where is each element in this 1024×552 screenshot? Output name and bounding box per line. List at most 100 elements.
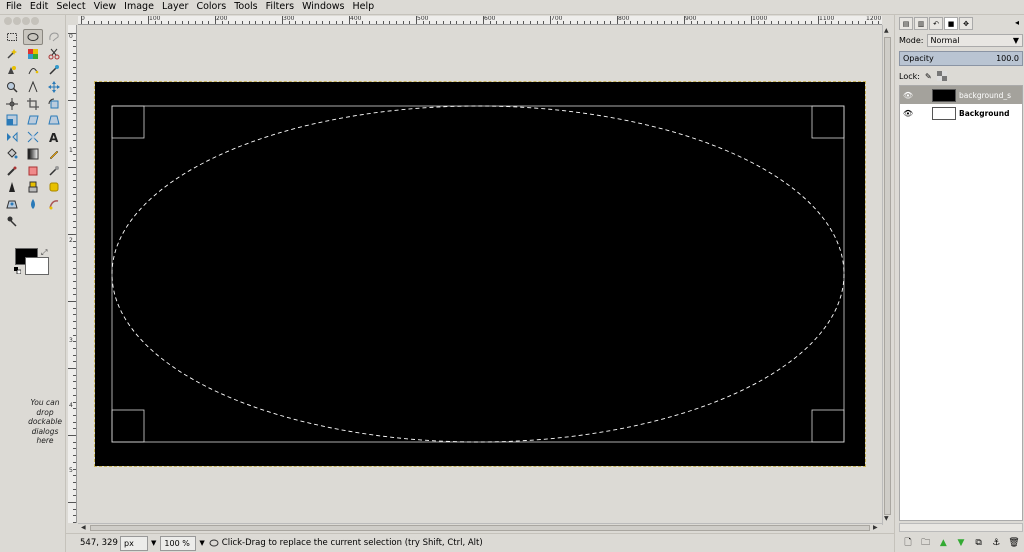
layers-tab-icon[interactable]: ■: [944, 17, 958, 30]
heal-tool-icon[interactable]: [44, 179, 64, 195]
blend-tool-icon[interactable]: [23, 146, 43, 162]
pencil-tool-icon[interactable]: [44, 146, 64, 162]
mode-select[interactable]: Normal ▼: [926, 33, 1023, 47]
color-picker-tool-icon[interactable]: [44, 62, 64, 78]
scroll-left-icon[interactable]: ◀: [81, 524, 86, 532]
scissors-tool-icon[interactable]: [44, 46, 64, 62]
shear-tool-icon[interactable]: [23, 112, 43, 128]
ellipse-select-tool-icon[interactable]: [23, 29, 43, 45]
measure-tool-icon[interactable]: [23, 79, 43, 95]
ruler-tick: [73, 86, 76, 88]
rotate-tool-icon[interactable]: [44, 96, 64, 112]
layers-horizontal-scrollbar[interactable]: [899, 523, 1023, 532]
fuzzy-select-tool-icon[interactable]: [2, 46, 22, 62]
anchor-layer-icon[interactable]: ⚓: [989, 537, 1003, 549]
paintbrush-tool-icon[interactable]: [2, 163, 22, 179]
scroll-up-icon[interactable]: ▲: [884, 27, 889, 35]
opacity-slider[interactable]: Opacity 100.0: [899, 51, 1023, 66]
undo-history-tab-icon[interactable]: ↶: [929, 17, 943, 30]
background-color-swatch[interactable]: [25, 257, 49, 275]
new-layer-icon[interactable]: 🗋: [901, 537, 915, 549]
menu-edit[interactable]: Edit: [26, 0, 52, 14]
text-tool-icon[interactable]: A: [44, 129, 64, 145]
ruler-tick: [73, 240, 76, 242]
eraser-tool-icon[interactable]: [23, 163, 43, 179]
zoom-select[interactable]: 100 %: [160, 535, 197, 551]
vertical-ruler[interactable]: 0 1 2 3 4 5: [68, 25, 77, 523]
select-by-color-tool-icon[interactable]: [23, 46, 43, 62]
ruler-tick: [73, 93, 76, 95]
align-tool-icon[interactable]: [2, 96, 22, 112]
dock-menu-icon[interactable]: ◂: [1015, 18, 1019, 27]
foreground-select-tool-icon[interactable]: [2, 62, 22, 78]
ruler-tick: [73, 153, 76, 155]
free-select-tool-icon[interactable]: [44, 29, 64, 45]
cage-transform-tool-icon[interactable]: [23, 129, 43, 145]
dock-tabs: ▤ ▥ ↶ ■ ✥: [899, 17, 973, 31]
menu-layer[interactable]: Layer: [158, 0, 193, 14]
ruler-tick: [68, 100, 76, 101]
delete-layer-icon[interactable]: 🗑: [1007, 537, 1021, 549]
zoom-tool-icon[interactable]: [2, 79, 22, 95]
menu-view[interactable]: View: [90, 0, 121, 14]
menu-tools[interactable]: Tools: [230, 0, 261, 14]
zoom-dropdown-icon[interactable]: ▼: [199, 539, 204, 547]
airbrush-tool-icon[interactable]: [44, 163, 64, 179]
swap-colors-icon[interactable]: ⤢: [41, 248, 47, 258]
menu-file[interactable]: File: [2, 0, 26, 14]
perspective-tool-icon[interactable]: [44, 112, 64, 128]
menu-colors[interactable]: Colors: [192, 0, 230, 14]
rect-select-tool-icon[interactable]: [2, 29, 22, 45]
default-colors-icon[interactable]: [14, 267, 21, 274]
unit-dropdown-icon[interactable]: ▼: [151, 539, 156, 547]
layer-row[interactable]: 👁 Background: [900, 104, 1022, 122]
smudge-tool-icon[interactable]: [44, 196, 64, 212]
canvas-area[interactable]: [78, 26, 882, 523]
unit-select[interactable]: px: [120, 535, 148, 551]
ruler-tick: [68, 33, 76, 34]
layer-name[interactable]: background_s: [959, 91, 1011, 100]
menu-filters[interactable]: Filters: [262, 0, 298, 14]
menu-select[interactable]: Select: [52, 0, 89, 14]
flip-tool-icon[interactable]: [2, 129, 22, 145]
dodge-burn-tool-icon[interactable]: [2, 213, 22, 229]
layer-row[interactable]: 👁 background_s: [900, 86, 1022, 104]
ink-tool-icon[interactable]: [2, 179, 22, 195]
lower-layer-icon[interactable]: ▼: [954, 537, 968, 549]
scale-tool-icon[interactable]: [2, 112, 22, 128]
toolbox: A ⤢ You can drop dockable dialogs here: [0, 15, 66, 552]
blur-tool-icon[interactable]: [23, 196, 43, 212]
paths-tool-icon[interactable]: [23, 62, 43, 78]
new-layer-group-icon[interactable]: 🗀: [919, 537, 933, 549]
move-tool-icon[interactable]: [44, 79, 64, 95]
scroll-down-icon[interactable]: ▼: [884, 515, 889, 523]
vertical-scroll-thumb[interactable]: [884, 37, 891, 515]
horizontal-scroll-thumb[interactable]: [90, 525, 870, 531]
tool-options-tab-icon[interactable]: ▤: [899, 17, 913, 30]
crop-tool-icon[interactable]: [23, 96, 43, 112]
visibility-eye-icon[interactable]: 👁: [900, 91, 916, 100]
visibility-eye-icon[interactable]: 👁: [900, 109, 916, 118]
ruler-tick: [563, 21, 565, 24]
horizontal-scrollbar[interactable]: ◀ ▶: [78, 523, 882, 532]
clone-tool-icon[interactable]: [23, 179, 43, 195]
perspective-clone-tool-icon[interactable]: [2, 196, 22, 212]
menu-image[interactable]: Image: [120, 0, 158, 14]
duplicate-layer-icon[interactable]: ⧉: [972, 537, 986, 549]
channels-tab-icon[interactable]: ✥: [959, 17, 973, 30]
bucket-fill-tool-icon[interactable]: [2, 146, 22, 162]
vertical-scrollbar[interactable]: ▲ ▼: [882, 25, 892, 525]
image-canvas[interactable]: [94, 81, 866, 467]
raise-layer-icon[interactable]: ▲: [936, 537, 950, 549]
lock-pixels-icon[interactable]: ✎: [925, 72, 932, 81]
layer-name[interactable]: Background: [959, 109, 1009, 118]
menu-help[interactable]: Help: [349, 0, 379, 14]
opacity-label: Opacity: [903, 54, 934, 63]
lock-alpha-icon[interactable]: [936, 71, 947, 81]
menu-windows[interactable]: Windows: [298, 0, 348, 14]
scroll-right-icon[interactable]: ▶: [873, 524, 878, 532]
horizontal-ruler[interactable]: 0 100 200 300 400 500 600 700 800 900 10…: [78, 16, 882, 25]
ruler-tick: [496, 21, 498, 24]
layer-thumbnail: [932, 88, 956, 102]
device-status-tab-icon[interactable]: ▥: [914, 17, 928, 30]
